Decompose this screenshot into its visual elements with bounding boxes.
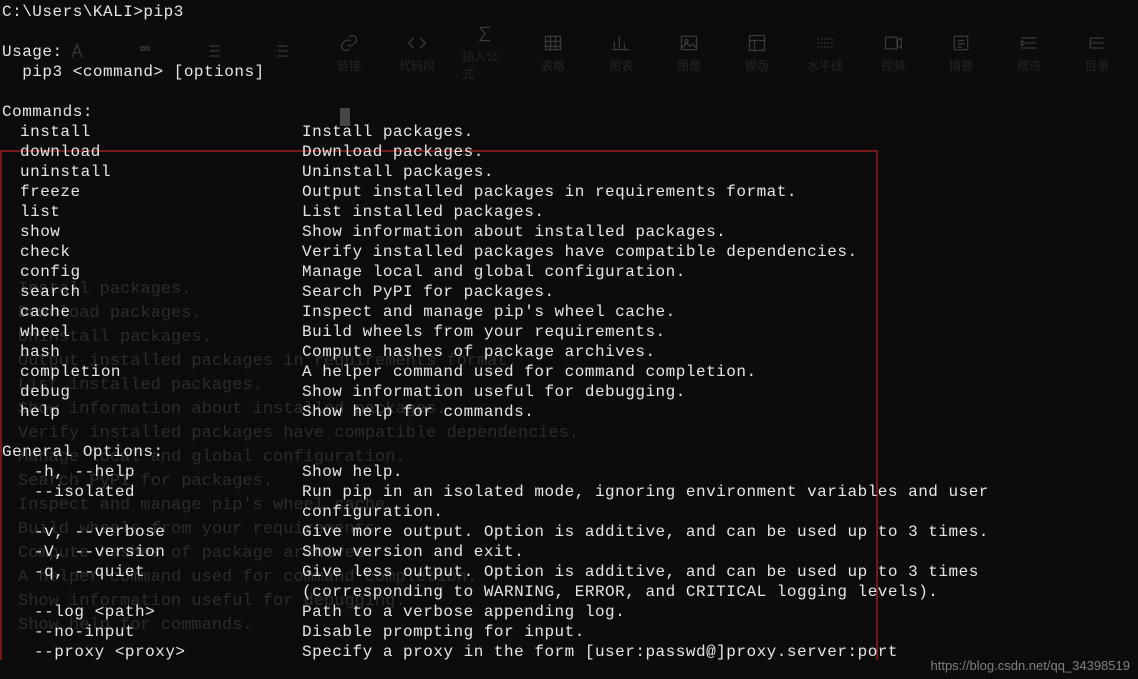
command-desc: A helper command used for command comple… [302, 362, 757, 382]
option-desc: Run pip in an isolated mode, ignoring en… [302, 482, 989, 502]
option-desc-cont: (corresponding to WARNING, ERROR, and CR… [302, 582, 938, 602]
terminal-output[interactable]: C:\Users\KALI>pip3 Usage: pip3 <command>… [0, 0, 1138, 662]
command-desc: Uninstall packages. [302, 162, 494, 182]
option-flag: -h, --help [2, 462, 302, 482]
command-name: wheel [2, 322, 302, 342]
command-desc: Output installed packages in requirement… [302, 182, 797, 202]
command-name: download [2, 142, 302, 162]
command-name: debug [2, 382, 302, 402]
command-desc: Show help for commands. [302, 402, 534, 422]
option-flag: -V, --version [2, 542, 302, 562]
command-name: hash [2, 342, 302, 362]
option-flag: --log <path> [2, 602, 302, 622]
option-flag: --no-input [2, 622, 302, 642]
options-header: General Options: [2, 443, 164, 461]
option-desc: Show version and exit. [302, 542, 524, 562]
command-name: help [2, 402, 302, 422]
command-name: completion [2, 362, 302, 382]
command-name: config [2, 262, 302, 282]
option-desc-cont: configuration. [302, 502, 443, 522]
option-flag: -v, --verbose [2, 522, 302, 542]
option-desc: Specify a proxy in the form [user:passwd… [302, 642, 898, 662]
option-desc: Give less output. Option is additive, an… [302, 562, 979, 582]
command-desc: Inspect and manage pip's wheel cache. [302, 302, 676, 322]
option-desc: Disable prompting for input. [302, 622, 585, 642]
command-desc: Compute hashes of package archives. [302, 342, 656, 362]
usage-line: pip3 <command> [options] [2, 63, 265, 81]
option-desc: Give more output. Option is additive, an… [302, 522, 989, 542]
option-flag: --isolated [2, 482, 302, 502]
command-name: install [2, 122, 302, 142]
cursor-caret [340, 108, 350, 126]
command-name: uninstall [2, 162, 302, 182]
command-desc: Verify installed packages have compatibl… [302, 242, 858, 262]
command-name: list [2, 202, 302, 222]
command-name: show [2, 222, 302, 242]
command-desc: Show information useful for debugging. [302, 382, 686, 402]
usage-header: Usage: [2, 43, 63, 61]
option-flag: --proxy <proxy> [2, 642, 302, 662]
prompt-line: C:\Users\KALI>pip3 [2, 3, 184, 21]
command-desc: Show information about installed package… [302, 222, 726, 242]
command-name: freeze [2, 182, 302, 202]
command-desc: Install packages. [302, 122, 474, 142]
command-desc: Search PyPI for packages. [302, 282, 555, 302]
command-name: check [2, 242, 302, 262]
command-desc: Build wheels from your requirements. [302, 322, 666, 342]
option-flag: -q, --quiet [2, 562, 302, 582]
commands-header: Commands: [2, 103, 93, 121]
option-desc: Path to a verbose appending log. [302, 602, 625, 622]
command-desc: Manage local and global configuration. [302, 262, 686, 282]
command-desc: Download packages. [302, 142, 484, 162]
command-desc: List installed packages. [302, 202, 544, 222]
option-desc: Show help. [302, 462, 403, 482]
command-name: cache [2, 302, 302, 322]
watermark: https://blog.csdn.net/qq_34398519 [931, 658, 1131, 673]
command-name: search [2, 282, 302, 302]
